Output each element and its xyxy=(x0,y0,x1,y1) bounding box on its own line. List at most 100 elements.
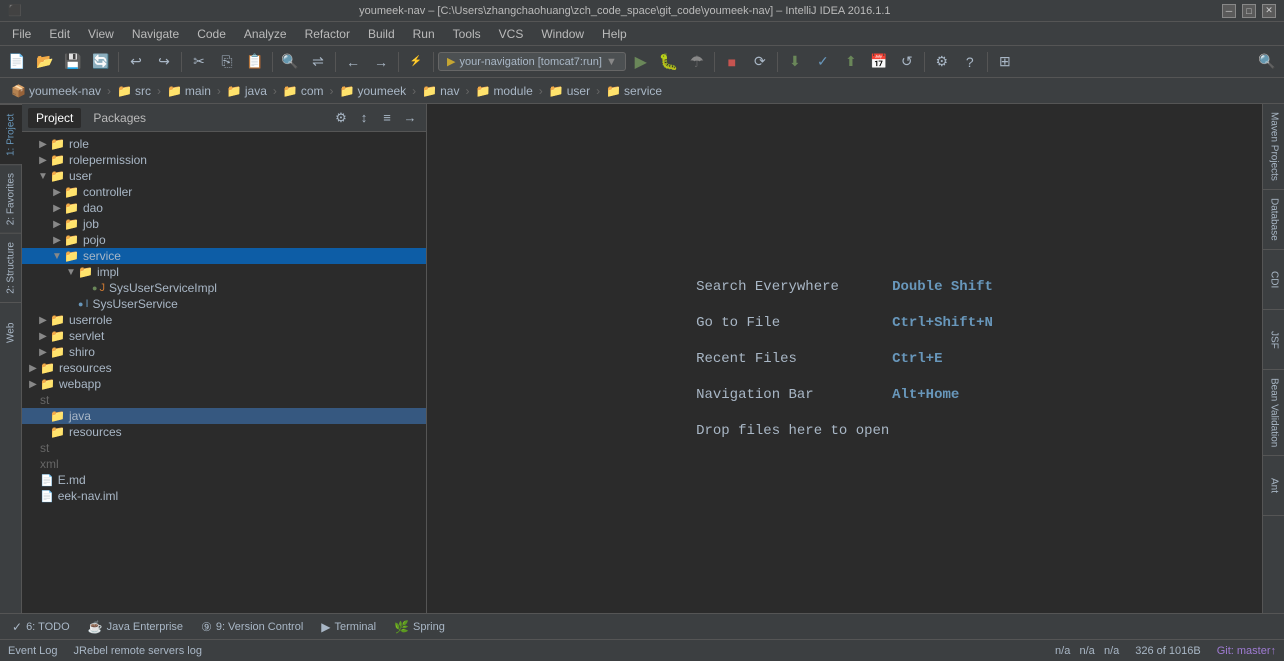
forward-button[interactable]: → xyxy=(368,49,394,75)
tree-item-xml[interactable]: xml xyxy=(22,456,426,472)
nav-user[interactable]: 📁 user xyxy=(546,83,593,99)
menu-edit[interactable]: Edit xyxy=(41,25,78,43)
collapse-icon-btn[interactable]: ≡ xyxy=(377,108,397,128)
cut-button[interactable]: ✂ xyxy=(186,49,212,75)
menu-build[interactable]: Build xyxy=(360,25,403,43)
copy-button[interactable]: ⎘ xyxy=(214,49,240,75)
menu-analyze[interactable]: Analyze xyxy=(236,25,295,43)
menu-navigate[interactable]: Navigate xyxy=(124,25,187,43)
menu-view[interactable]: View xyxy=(80,25,122,43)
tree-item-resources2[interactable]: 📁 resources xyxy=(22,424,426,440)
settings-icon-btn[interactable]: ⚙ xyxy=(331,108,351,128)
side-tab-web[interactable]: Web xyxy=(0,302,22,362)
vcs-revert[interactable]: ↺ xyxy=(894,49,920,75)
menu-help[interactable]: Help xyxy=(594,25,635,43)
settings-button[interactable]: ⚙ xyxy=(929,49,955,75)
tree-item-impl[interactable]: ▼ 📁 impl xyxy=(22,264,426,280)
nav-youmeek-nav[interactable]: 📦 youmeek-nav xyxy=(8,83,104,99)
tree-item-java[interactable]: 📁 java xyxy=(22,408,426,424)
menu-refactor[interactable]: Refactor xyxy=(297,25,358,43)
status-git[interactable]: Git: master↑ xyxy=(1217,645,1276,657)
build-btn[interactable]: ⚡ xyxy=(403,49,429,75)
tree-item-job[interactable]: ▶ 📁 job xyxy=(22,216,426,232)
run-button[interactable]: ▶ xyxy=(628,49,654,75)
tree-item-user[interactable]: ▼ 📁 user xyxy=(22,168,426,184)
side-tab-bean-validation[interactable]: Bean Validation xyxy=(1263,370,1284,456)
side-tab-project[interactable]: 1: Project xyxy=(0,104,22,164)
side-tab-cdi[interactable]: CDI xyxy=(1263,250,1284,310)
restart-button[interactable]: ⟳ xyxy=(747,49,773,75)
save-all-button[interactable]: 💾 xyxy=(60,49,86,75)
search-icon[interactable]: 🔍 xyxy=(1254,49,1280,75)
search-everywhere-btn[interactable]: 🔍 xyxy=(1254,49,1280,75)
tree-item-role[interactable]: ▶ 📁 role xyxy=(22,136,426,152)
nav-src[interactable]: 📁 src xyxy=(114,83,154,99)
terminal-button[interactable]: ⊞ xyxy=(992,49,1018,75)
run-config-selector[interactable]: ▶ your-navigation [tomcat7:run] ▼ xyxy=(438,52,626,71)
coverage-button[interactable]: ☂ xyxy=(684,49,710,75)
tree-item-webapp[interactable]: ▶ 📁 webapp xyxy=(22,376,426,392)
close-button[interactable]: ✕ xyxy=(1262,4,1276,18)
tab-project[interactable]: Project xyxy=(28,108,81,128)
redo-button[interactable]: ↪ xyxy=(151,49,177,75)
nav-com[interactable]: 📁 com xyxy=(280,83,327,99)
tab-version-control[interactable]: ⑨ 9: Version Control xyxy=(193,617,311,637)
tree-item-resources[interactable]: ▶ 📁 resources xyxy=(22,360,426,376)
tree-item-st[interactable]: st xyxy=(22,392,426,408)
replace-button[interactable]: ⇌ xyxy=(305,49,331,75)
stop-button[interactable]: ■ xyxy=(719,49,745,75)
menu-code[interactable]: Code xyxy=(189,25,234,43)
tab-java-enterprise[interactable]: ☕ Java Enterprise xyxy=(80,617,191,637)
nav-service[interactable]: 📁 service xyxy=(603,83,665,99)
tree-item-servlet[interactable]: ▶ 📁 servlet xyxy=(22,328,426,344)
expand-icon-btn[interactable]: → xyxy=(400,108,420,128)
side-tab-jsf[interactable]: JSF xyxy=(1263,310,1284,370)
minimize-button[interactable]: ─ xyxy=(1222,4,1236,18)
vcs-update[interactable]: ⬇ xyxy=(782,49,808,75)
nav-nav[interactable]: 📁 nav xyxy=(419,83,462,99)
nav-module[interactable]: 📁 module xyxy=(472,83,535,99)
event-log-btn[interactable]: Event Log xyxy=(8,645,58,657)
tree-item-service[interactable]: ▼ 📁 service xyxy=(22,248,426,264)
tree-item-dao[interactable]: ▶ 📁 dao xyxy=(22,200,426,216)
undo-button[interactable]: ↩ xyxy=(123,49,149,75)
menu-tools[interactable]: Tools xyxy=(445,25,489,43)
tab-spring[interactable]: 🌿 Spring xyxy=(386,617,453,637)
menu-vcs[interactable]: VCS xyxy=(491,25,532,43)
find-button[interactable]: 🔍 xyxy=(277,49,303,75)
tree-item-pojo[interactable]: ▶ 📁 pojo xyxy=(22,232,426,248)
debug-button[interactable]: 🐛 xyxy=(656,49,682,75)
tree-item-navxml[interactable]: 📄 eek-nav.iml xyxy=(22,488,426,504)
side-tab-maven[interactable]: Maven Projects xyxy=(1263,104,1284,190)
vcs-history[interactable]: 📅 xyxy=(866,49,892,75)
tree-item-controller[interactable]: ▶ 📁 controller xyxy=(22,184,426,200)
vcs-push[interactable]: ⬆ xyxy=(838,49,864,75)
help-button[interactable]: ? xyxy=(957,49,983,75)
tree-item-userrole[interactable]: ▶ 📁 userrole xyxy=(22,312,426,328)
menu-run[interactable]: Run xyxy=(405,25,443,43)
back-button[interactable]: ← xyxy=(340,49,366,75)
sort-icon-btn[interactable]: ↕ xyxy=(354,108,374,128)
side-tab-structure[interactable]: 2: Structure xyxy=(0,233,22,302)
nav-youmeek[interactable]: 📁 youmeek xyxy=(337,83,410,99)
tree-item-emd[interactable]: 📄 E.md xyxy=(22,472,426,488)
new-button[interactable]: 📄 xyxy=(4,49,30,75)
tree-item-rolepermission[interactable]: ▶ 📁 rolepermission xyxy=(22,152,426,168)
tree-item-sysuserservice[interactable]: ● I SysUserService xyxy=(22,296,426,312)
tab-packages[interactable]: Packages xyxy=(85,108,154,128)
side-tab-ant[interactable]: Ant xyxy=(1263,456,1284,516)
maximize-button[interactable]: □ xyxy=(1242,4,1256,18)
paste-button[interactable]: 📋 xyxy=(242,49,268,75)
tree-item-st2[interactable]: st xyxy=(22,440,426,456)
tree-item-sysuserserviceimpl[interactable]: ● J SysUserServiceImpl xyxy=(22,280,426,296)
vcs-commit[interactable]: ✓ xyxy=(810,49,836,75)
open-button[interactable]: 📂 xyxy=(32,49,58,75)
side-tab-favorites[interactable]: 2: Favorites xyxy=(0,164,22,233)
jrebel-btn[interactable]: JRebel remote servers log xyxy=(74,645,202,657)
nav-java[interactable]: 📁 java xyxy=(224,83,270,99)
menu-file[interactable]: File xyxy=(4,25,39,43)
tab-todo[interactable]: ✓ 6: TODO xyxy=(4,617,78,637)
menu-window[interactable]: Window xyxy=(533,25,592,43)
tab-terminal[interactable]: ▶ Terminal xyxy=(313,617,384,637)
project-tree[interactable]: ▶ 📁 role ▶ 📁 rolepermission ▼ 📁 user ▶ 📁… xyxy=(22,132,426,613)
